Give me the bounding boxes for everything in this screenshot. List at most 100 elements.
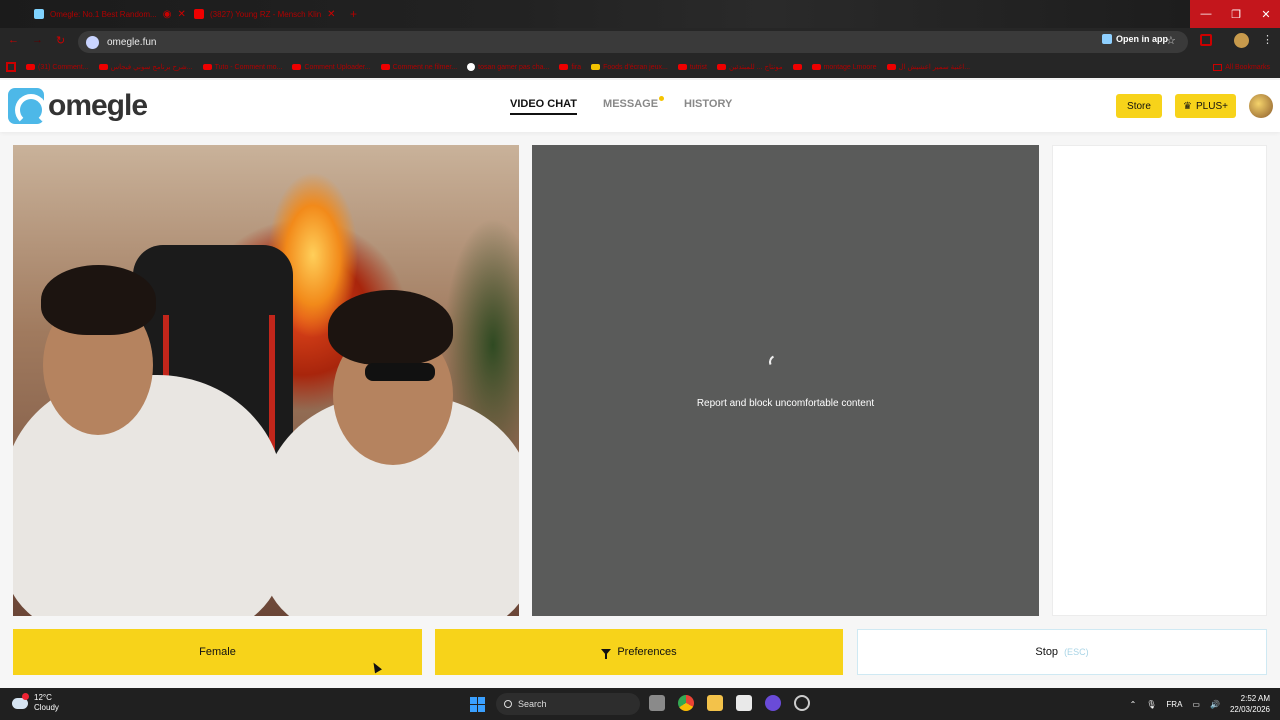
clock[interactable]: 2:52 AM 22/03/2026 [1230, 693, 1270, 715]
tab-youtube[interactable]: (3827) Young RZ - Mensch Klin ✕ [188, 4, 342, 24]
bookmark-item[interactable]: مونتاج ... للمبتدئين [716, 63, 783, 71]
tab-omegle[interactable]: Omegle: No.1 Best Random... ◉ ✕ [28, 4, 192, 24]
close-tab-icon[interactable]: ✕ [327, 9, 335, 20]
youtube-favicon-icon [194, 9, 204, 19]
chevron-up-icon[interactable]: ⌃ [1130, 700, 1137, 709]
open-in-app-label: Open in app [1115, 34, 1168, 44]
youtube-icon [716, 64, 726, 70]
omegle-logo[interactable]: omegle [8, 88, 148, 126]
weather-condition: Cloudy [34, 703, 59, 712]
taskbar-search[interactable]: Search [496, 693, 640, 715]
search-label: Search [518, 699, 547, 709]
reload-icon[interactable]: ↻ [56, 34, 65, 47]
temperature: 12°C [34, 693, 52, 702]
youtube-icon [559, 64, 569, 70]
open-in-app-button[interactable]: Open in app [1101, 31, 1168, 47]
bookmark-item[interactable]: tutrist [677, 63, 707, 71]
bookmark-item[interactable]: tosan gamer pas cha... [467, 63, 549, 71]
url-field[interactable]: omegle.fun [78, 31, 1188, 53]
chat-panel[interactable] [1052, 145, 1267, 616]
url-text: omegle.fun [107, 36, 157, 48]
youtube-icon [811, 64, 821, 70]
youtube-icon [792, 64, 802, 70]
bookmark-label: (31) Comment... [38, 63, 89, 71]
gender-filter-button[interactable]: Female [13, 629, 422, 675]
omegle-logo-icon [8, 88, 47, 126]
bookmark-item[interactable] [792, 64, 802, 70]
bookmark-item[interactable]: fira [559, 64, 581, 71]
youtube-icon [26, 64, 35, 70]
weather-widget[interactable]: 12°C Cloudy [12, 692, 59, 713]
bookmark-item[interactable]: (31) Comment... [26, 64, 89, 71]
stop-button[interactable]: Stop (ESC) [857, 629, 1267, 675]
task-view-icon[interactable] [649, 695, 665, 711]
bookmark-item[interactable]: Tuto - Comment mo... [202, 63, 283, 71]
youtube-icon [380, 64, 390, 70]
network-icon[interactable]: ▭ [1192, 700, 1200, 709]
google-icon [467, 63, 476, 71]
bookmark-star-icon[interactable]: ☆ [1166, 34, 1176, 47]
bookmark-item[interactable]: Comment Uploader... [292, 63, 371, 71]
store-icon[interactable] [736, 695, 752, 711]
site-info-icon[interactable] [86, 35, 99, 49]
back-icon[interactable]: ← [8, 34, 19, 46]
all-bookmarks-button[interactable]: All Bookmarks [1213, 63, 1270, 71]
bookmark-label: Comment Uploader... [304, 63, 371, 71]
extension-icon[interactable] [1200, 34, 1212, 46]
bookmark-item[interactable]: شرح برنامج سوني فيجاس... [98, 63, 193, 71]
file-explorer-icon[interactable] [707, 695, 723, 711]
close-window-icon[interactable]: ✕ [1250, 0, 1280, 28]
store-label: Store [1127, 100, 1151, 112]
nav-message-label: MESSAGE [603, 98, 659, 110]
restore-icon[interactable]: ❐ [1220, 0, 1252, 28]
nav-history[interactable]: HISTORY [684, 98, 732, 115]
bookmark-label: اغنية سمير اعشيش ال... [898, 64, 971, 71]
windows-start-icon[interactable] [470, 697, 485, 712]
search-icon [504, 700, 512, 708]
user-avatar[interactable] [1249, 94, 1273, 118]
person-left-hair [41, 265, 156, 335]
bookmark-item[interactable]: Comment ne filmer... [380, 64, 457, 71]
minimize-icon[interactable]: — [1190, 0, 1222, 28]
bookmark-item[interactable]: Foods d'écran jeux... [591, 64, 668, 71]
profile-icon[interactable] [1234, 33, 1249, 48]
store-button[interactable]: Store [1116, 94, 1162, 118]
bookmark-item[interactable]: montage Lmoore [811, 64, 877, 71]
youtube-icon [886, 64, 896, 70]
bookmark-label: tutrist [689, 63, 707, 71]
stop-shortcut-hint: (ESC) [1064, 647, 1089, 657]
tab-label: Omegle: No.1 Best Random... [50, 9, 157, 19]
filter-icon [601, 649, 612, 659]
local-video [13, 145, 519, 616]
date: 22/03/2026 [1229, 705, 1270, 714]
bookmark-label: All Bookmarks [1225, 63, 1270, 71]
stop-label: Stop [1035, 646, 1059, 658]
cloud-icon [12, 692, 29, 709]
apps-grid-icon[interactable] [6, 62, 16, 72]
menu-icon[interactable]: ⋮ [1262, 33, 1273, 46]
microphone-icon[interactable]: 🎙 [1146, 700, 1156, 709]
app-icon[interactable] [765, 695, 781, 711]
bookmark-label: tosan gamer pas cha... [478, 63, 550, 71]
chrome-icon[interactable] [678, 695, 694, 711]
settings-icon[interactable] [794, 695, 810, 711]
female-label: Female [199, 646, 236, 658]
nav-message[interactable]: MESSAGE [603, 96, 665, 115]
close-tab-icon[interactable]: ✕ [177, 9, 185, 20]
system-tray: ⌃ 🎙 FRA ▭ 🔊 2:52 AM 22/03/2026 [1130, 693, 1270, 715]
person-left-body [13, 375, 283, 616]
preferences-label: Preferences [617, 646, 677, 658]
plus-label: PLUS+ [1196, 100, 1228, 112]
nav-video-chat[interactable]: VIDEO CHAT [510, 98, 578, 115]
bookmark-label: Tuto - Comment mo... [214, 63, 283, 71]
alert-badge-icon [22, 692, 29, 700]
omegle-favicon-icon [34, 9, 44, 19]
forward-icon[interactable]: → [32, 34, 43, 46]
bookmark-item[interactable]: اغنية سمير اعشيش ال... [886, 63, 971, 71]
volume-icon[interactable]: 🔊 [1210, 700, 1220, 709]
plus-button[interactable]: ♛ PLUS+ [1175, 94, 1236, 118]
language-indicator[interactable]: FRA [1166, 700, 1182, 709]
preferences-button[interactable]: Preferences [435, 629, 843, 675]
crown-icon: ♛ [1183, 100, 1192, 112]
new-tab-button[interactable]: + [344, 4, 363, 24]
